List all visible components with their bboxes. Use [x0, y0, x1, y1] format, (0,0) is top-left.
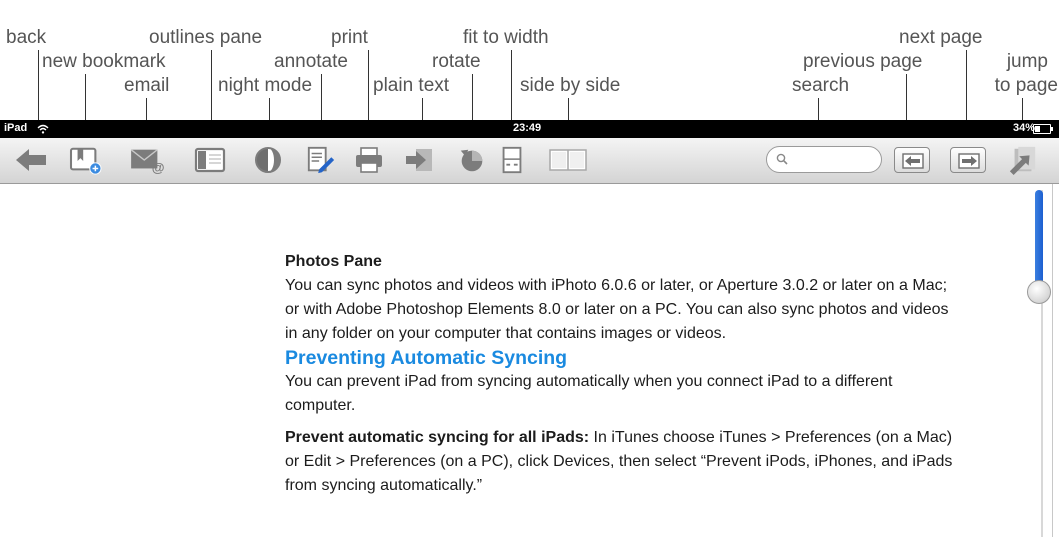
- document-frame-edge: [1052, 184, 1053, 537]
- callout-rotate: rotate: [432, 51, 481, 72]
- previous-page-button[interactable]: [894, 147, 930, 173]
- leader-new-bookmark: [85, 74, 86, 120]
- plain-text-icon[interactable]: [404, 145, 436, 175]
- leader-rotate: [472, 74, 473, 120]
- outlines-pane-icon[interactable]: [194, 145, 228, 175]
- callout-to-page: to page: [994, 75, 1058, 96]
- leader-back: [38, 50, 39, 120]
- status-time: 23:49: [513, 122, 542, 134]
- leader-plain-text: [422, 98, 423, 120]
- battery-percent: 34%: [1013, 122, 1036, 134]
- leader-next-page: [966, 50, 967, 120]
- callout-email: email: [124, 75, 170, 96]
- leader-jump-to-page: [1022, 98, 1023, 120]
- new-bookmark-icon[interactable]: [68, 145, 104, 175]
- leader-email: [146, 98, 147, 120]
- callout-back: back: [6, 27, 47, 48]
- leader-previous-page: [906, 74, 907, 120]
- status-bar: iPad 23:49 34%: [0, 120, 1059, 138]
- jump-to-page-icon[interactable]: [1006, 145, 1040, 175]
- scrollbar-thumb[interactable]: [1027, 280, 1051, 304]
- callout-new-bookmark: new bookmark: [42, 51, 166, 72]
- callout-next-page: next page: [899, 27, 983, 48]
- scrollbar-progress: [1035, 190, 1043, 290]
- print-icon[interactable]: [353, 145, 385, 175]
- rotate-icon[interactable]: [456, 145, 488, 175]
- callout-night-mode: night mode: [218, 75, 313, 96]
- leader-search: [818, 98, 819, 120]
- back-arrow-icon[interactable]: [14, 145, 48, 175]
- previous-page-icon: [902, 153, 924, 169]
- leader-side-by-side: [568, 98, 569, 120]
- wifi-icon: [37, 124, 49, 134]
- document-content: Photos Pane You can sync photos and vide…: [285, 250, 965, 498]
- leader-annotate: [321, 74, 322, 120]
- toolbar: @: [0, 138, 1059, 184]
- callout-side-by-side: side by side: [520, 75, 621, 96]
- paragraph-photos-pane: You can sync photos and videos with iPho…: [285, 277, 949, 342]
- callout-print: print: [331, 27, 368, 48]
- callout-jump: jump: [1006, 51, 1048, 72]
- night-mode-icon[interactable]: [253, 145, 283, 175]
- inline-label-prevent-all-ipads: Prevent automatic syncing for all iPads:: [285, 429, 590, 446]
- side-by-side-icon[interactable]: [548, 145, 588, 175]
- callout-plain-text: plain text: [373, 75, 450, 96]
- leader-fit-to-width: [511, 50, 512, 120]
- paragraph-prevent-syncing: You can prevent iPad from syncing automa…: [285, 373, 893, 414]
- svg-text:@: @: [152, 160, 165, 175]
- paragraph-prevent-all-ipads: Prevent automatic syncing for all iPads:…: [285, 426, 965, 498]
- device-label: iPad: [4, 122, 28, 134]
- fit-to-width-icon[interactable]: [500, 145, 524, 175]
- section-title-photos-pane: Photos Pane: [285, 253, 382, 270]
- search-field[interactable]: [766, 146, 882, 173]
- callout-annotate: annotate: [274, 51, 348, 72]
- leader-print: [368, 50, 369, 120]
- next-page-icon: [958, 153, 980, 169]
- email-icon[interactable]: @: [128, 145, 168, 175]
- next-page-button[interactable]: [950, 147, 986, 173]
- document-view[interactable]: Photos Pane You can sync photos and vide…: [0, 184, 1035, 537]
- battery-icon: [1033, 124, 1053, 134]
- annotate-icon[interactable]: [305, 145, 337, 175]
- callout-fit-to-width: fit to width: [463, 27, 549, 48]
- search-icon: [776, 153, 788, 165]
- leader-night-mode: [269, 98, 270, 120]
- leader-outlines-pane: [211, 50, 212, 120]
- callout-previous-page: previous page: [803, 51, 923, 72]
- callout-search: search: [792, 75, 850, 96]
- callout-outlines-pane: outlines pane: [149, 27, 263, 48]
- annotation-layer: back new bookmark email outlines pane ni…: [0, 0, 1059, 120]
- search-input[interactable]: [793, 150, 877, 170]
- heading-preventing-automatic-syncing: Preventing Automatic Syncing: [285, 347, 568, 369]
